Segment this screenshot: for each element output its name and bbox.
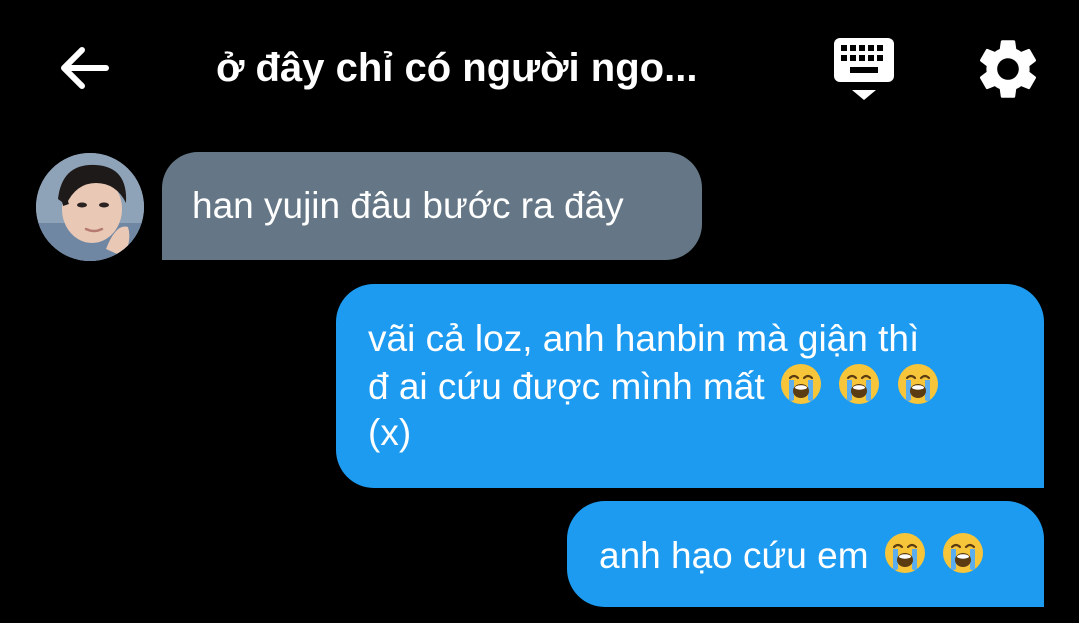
sender-avatar[interactable] <box>36 153 144 261</box>
back-button[interactable] <box>54 38 114 98</box>
outgoing-message-bubble[interactable]: anh hạo cứu em <box>567 501 1044 607</box>
loudly-crying-face-emoji <box>884 533 925 573</box>
settings-button[interactable] <box>972 33 1044 105</box>
keyboard-hide-icon <box>834 38 894 100</box>
message-text-line: vãi cả loz, anh hanbin mà giận thì <box>368 318 920 359</box>
top-bar: ở đây chỉ có người ngo... <box>0 0 1079 132</box>
arrow-left-icon <box>61 47 109 89</box>
loudly-crying-face-emoji <box>780 364 821 404</box>
outgoing-message-bubble[interactable]: vãi cả loz, anh hanbin mà giận thì đ ai … <box>336 284 1044 488</box>
conversation-title: ở đây chỉ có người ngo... <box>216 46 698 90</box>
message-text: han yujin đâu bước ra đây <box>192 185 624 226</box>
avatar-photo <box>36 153 144 261</box>
message-text-line: (x) <box>368 412 412 453</box>
message-text-line: đ ai cứu được mình mất <box>368 366 765 407</box>
message-text: anh hạo cứu em <box>599 535 869 576</box>
gear-icon <box>979 40 1037 98</box>
loudly-crying-face-emoji <box>839 364 880 404</box>
loudly-crying-face-emoji <box>943 533 984 573</box>
loudly-crying-face-emoji <box>897 364 938 404</box>
message-text-line-with-emoji: đ ai cứu được mình mất <box>368 362 1014 410</box>
incoming-message-bubble[interactable]: han yujin đâu bước ra đây <box>162 152 702 260</box>
keyboard-toggle-button[interactable] <box>826 34 902 104</box>
